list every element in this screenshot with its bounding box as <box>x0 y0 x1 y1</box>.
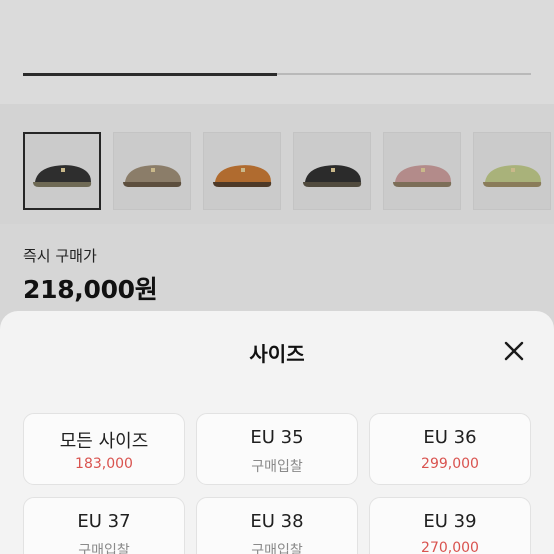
gallery-progress-fill <box>23 72 277 76</box>
sheet-title: 사이즈 <box>249 342 305 366</box>
thumbnail-tan[interactable] <box>203 132 281 210</box>
instant-buy-price: 218,000원 <box>23 275 158 304</box>
clog-image <box>483 165 542 187</box>
gallery-progress-track <box>23 72 531 76</box>
clog-image <box>303 165 362 187</box>
clog-image <box>393 165 452 187</box>
thumbnail-pink[interactable] <box>383 132 461 210</box>
size-option-eu37[interactable]: EU 37 구매입찰 <box>23 497 185 554</box>
size-price: 구매입찰 <box>78 543 130 554</box>
size-label: EU 39 <box>423 511 477 532</box>
clog-image <box>123 165 182 187</box>
size-price: 구매입찰 <box>251 543 303 554</box>
size-label: EU 37 <box>77 511 131 532</box>
size-option-all[interactable]: 모든 사이즈 183,000 <box>23 413 185 485</box>
thumbnail-taupe[interactable] <box>113 132 191 210</box>
clog-image <box>213 165 272 187</box>
size-option-eu39[interactable]: EU 39 270,000 <box>369 497 531 554</box>
clog-image <box>33 165 92 187</box>
size-price: 183,000 <box>75 456 133 472</box>
close-icon <box>504 341 524 361</box>
thumbnail-strip <box>0 104 554 224</box>
size-price: 299,000 <box>421 456 479 472</box>
thumbnail-green[interactable] <box>473 132 551 210</box>
thumbnail-black-strap[interactable] <box>293 132 371 210</box>
size-option-eu36[interactable]: EU 36 299,000 <box>369 413 531 485</box>
size-price: 구매입찰 <box>251 459 303 475</box>
close-button[interactable] <box>500 337 528 365</box>
size-label: 모든 사이즈 <box>59 431 149 452</box>
product-image-area <box>0 0 554 104</box>
thumbnail-black[interactable] <box>23 132 101 210</box>
size-label: EU 36 <box>423 427 477 448</box>
instant-buy-price-label: 즉시 구매가 <box>23 247 97 265</box>
size-option-eu35[interactable]: EU 35 구매입찰 <box>196 413 358 485</box>
size-option-eu38[interactable]: EU 38 구매입찰 <box>196 497 358 554</box>
size-label: EU 38 <box>250 511 304 532</box>
size-price: 270,000 <box>421 540 479 554</box>
size-bottom-sheet: 사이즈 모든 사이즈 183,000 EU 35 구매입찰 EU 36 299,… <box>0 311 554 554</box>
size-label: EU 35 <box>250 427 304 448</box>
